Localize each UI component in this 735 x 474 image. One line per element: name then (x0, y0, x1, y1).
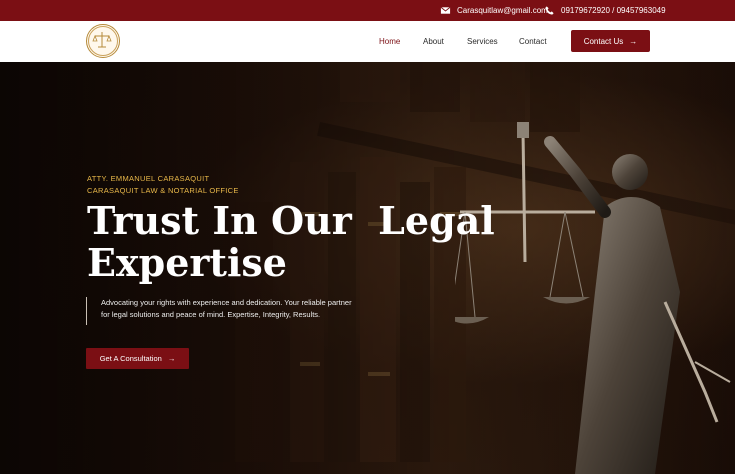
office-name: CARASAQUIT LAW & NOTARIAL OFFICE (87, 186, 239, 195)
get-consultation-button[interactable]: Get A Consultation → (86, 348, 189, 369)
attorney-name: ATTY. EMMANUEL CARASAQUIT (87, 174, 210, 183)
nav-contact[interactable]: Contact (519, 21, 547, 62)
mail-icon (440, 6, 451, 14)
get-consultation-label: Get A Consultation (99, 354, 162, 363)
headline-line-1: Trust In Our Legal (87, 198, 495, 243)
hero-description: Advocating your rights with experience a… (86, 297, 356, 325)
scales-emblem-icon (92, 32, 112, 48)
headline-line-2: Expertise (87, 240, 287, 285)
nav-about[interactable]: About (423, 21, 444, 62)
law-office-seal-logo[interactable] (86, 24, 120, 58)
topbar-phone[interactable]: 09179672920 / 09457963049 (544, 0, 666, 21)
topbar-phone-text: 09179672920 / 09457963049 (561, 6, 666, 15)
topbar-email-text: Carasquitlaw@gmail.com (457, 6, 548, 15)
lady-justice-statue-image (455, 122, 731, 474)
contact-us-button[interactable]: Contact Us → (571, 30, 650, 52)
contact-us-label: Contact Us (583, 36, 624, 46)
topbar-email[interactable]: Carasquitlaw@gmail.com (440, 0, 548, 21)
arrow-right-icon: → (167, 354, 176, 363)
top-contact-bar: Carasquitlaw@gmail.com 09179672920 / 094… (0, 0, 735, 21)
nav-services[interactable]: Services (467, 21, 498, 62)
arrow-right-icon: → (629, 36, 638, 46)
phone-icon (545, 6, 554, 15)
nav-home[interactable]: Home (379, 21, 400, 62)
hero-headline: Trust In Our Legal Expertise (87, 200, 495, 285)
logo-ring (88, 26, 118, 56)
